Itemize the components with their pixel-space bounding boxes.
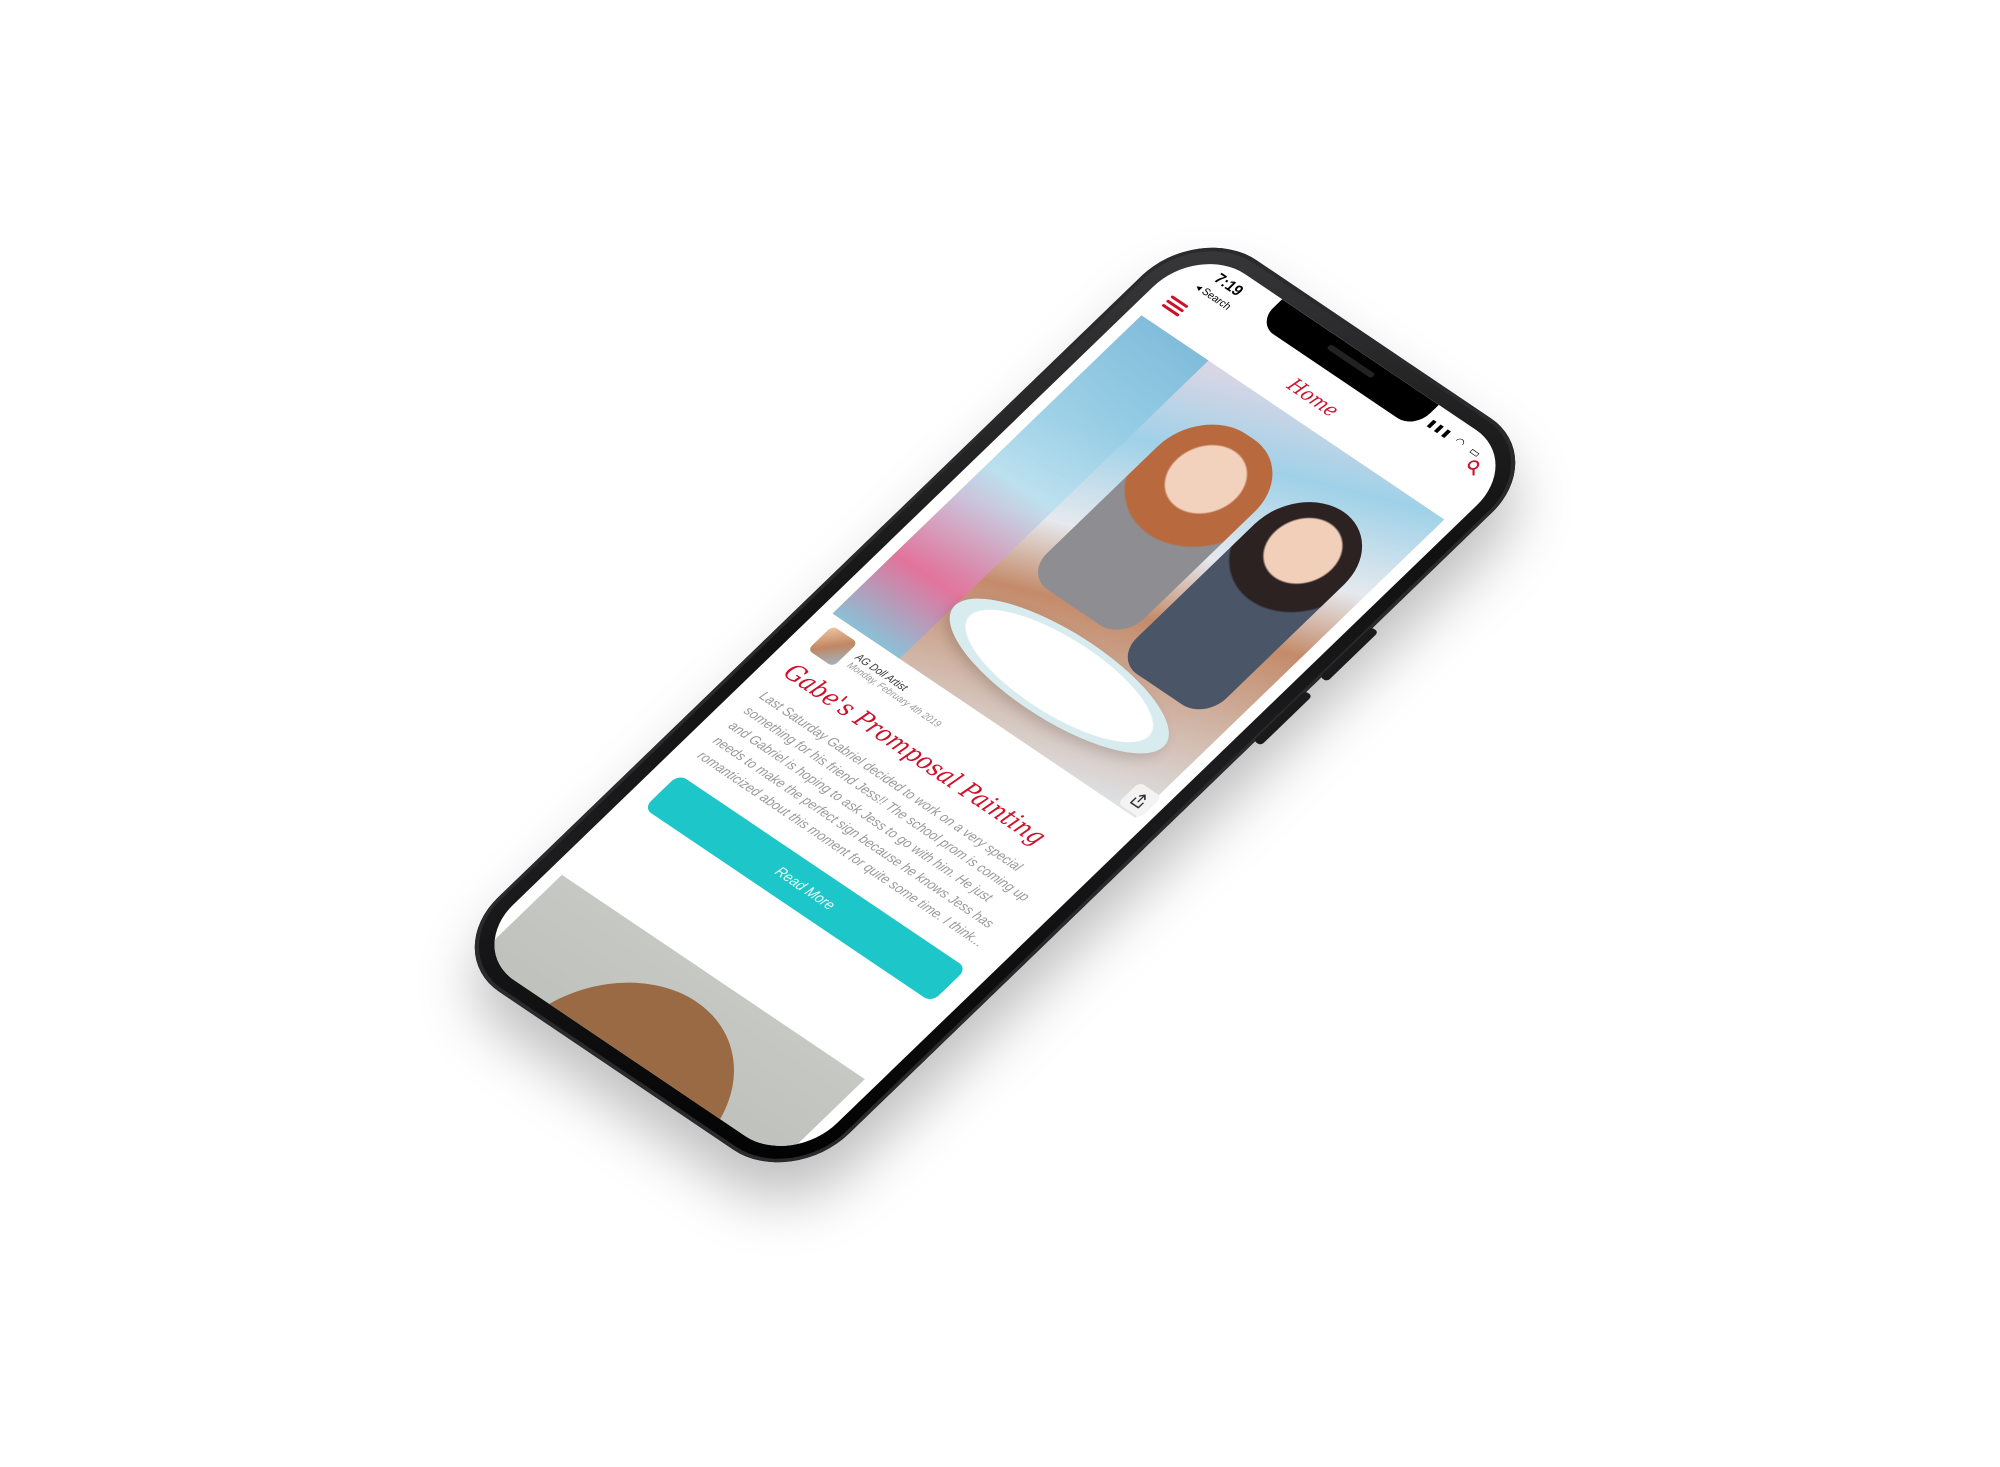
phone-screen: 7:19 ◂ Search ▮▮▮ ◠ ▭ Home AG Doll Artis… <box>467 242 1523 1168</box>
mockup-stage: 7:19 ◂ Search ▮▮▮ ◠ ▭ Home AG Doll Artis… <box>0 0 2000 1467</box>
share-icon <box>1130 794 1146 809</box>
next-post-image[interactable] <box>467 874 865 1168</box>
signal-icon: ▮▮▮ <box>1424 416 1457 442</box>
wifi-icon: ◠ <box>1450 434 1472 452</box>
phone-device: 7:19 ◂ Search ▮▮▮ ◠ ▭ Home AG Doll Artis… <box>440 220 1550 1190</box>
